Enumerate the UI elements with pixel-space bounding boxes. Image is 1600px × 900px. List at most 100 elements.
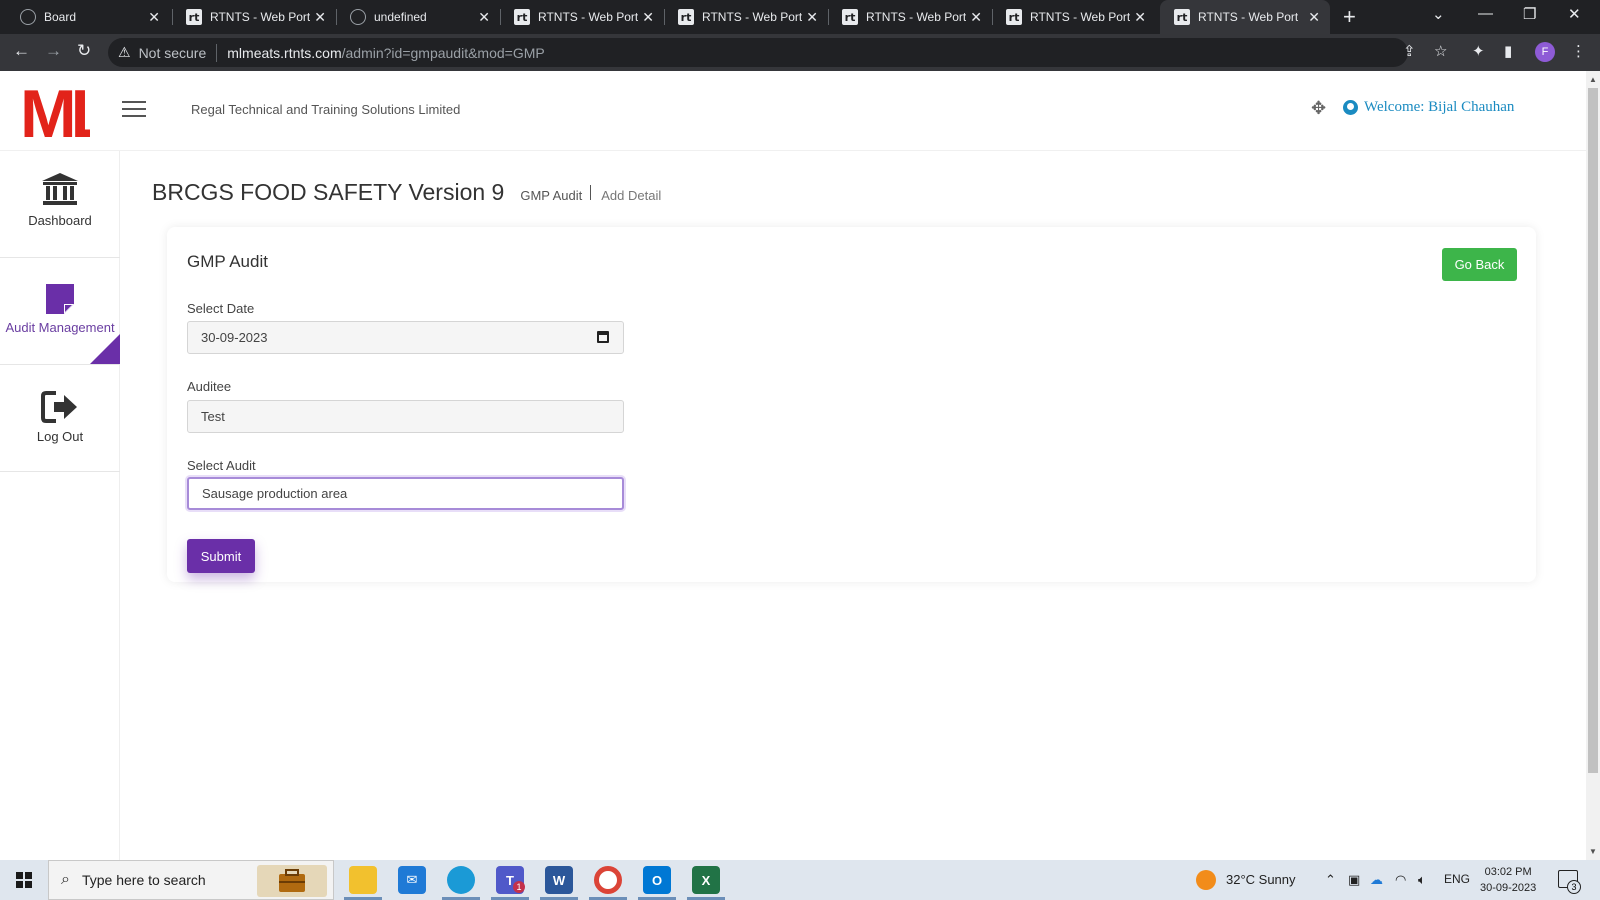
onedrive-icon[interactable]: ☁ (1370, 872, 1383, 888)
volume-icon[interactable]: 🔈︎ (1418, 872, 1426, 888)
tab-title: undefined (374, 10, 427, 24)
warning-icon[interactable]: ⚠ (118, 44, 131, 61)
close-tab-icon[interactable]: ✕ (148, 9, 160, 26)
sidebar-item-logout[interactable]: Log Out (0, 365, 120, 472)
sidebar-item-dashboard[interactable]: Dashboard (0, 151, 120, 258)
close-tab-icon[interactable]: ✕ (1308, 9, 1320, 26)
share-icon[interactable]: ⇪ (1403, 42, 1416, 60)
scroll-down-icon[interactable]: ▼ (1589, 847, 1597, 856)
globe-icon (20, 9, 36, 25)
browser-tab[interactable]: Board ✕ (6, 0, 170, 34)
move-arrows-icon[interactable]: ✥ (1311, 98, 1326, 119)
close-tab-icon[interactable]: ✕ (642, 9, 654, 26)
close-tab-icon[interactable]: ✕ (314, 9, 326, 26)
welcome-user[interactable]: Welcome: Bijal Chauhan (1343, 99, 1514, 116)
rt-favicon-icon: rt (678, 9, 694, 25)
go-back-button[interactable]: Go Back (1442, 248, 1517, 281)
close-window-icon[interactable]: ✕ (1568, 5, 1581, 23)
close-tab-icon[interactable]: ✕ (970, 9, 982, 26)
language-indicator[interactable]: ENG (1444, 872, 1470, 886)
tab-title: RTNTS - Web Port (866, 10, 966, 24)
note-icon (46, 284, 74, 314)
bookmark-star-icon[interactable]: ☆ (1434, 42, 1447, 60)
meet-icon[interactable]: ▣ (1348, 872, 1360, 888)
reload-icon[interactable]: ↻ (77, 41, 91, 61)
security-label[interactable]: Not secure (139, 45, 207, 61)
welcome-text: Welcome: Bijal Chauhan (1364, 99, 1515, 115)
submit-button[interactable]: Submit (187, 539, 255, 573)
select-audit-field[interactable]: Sausage production area (187, 477, 624, 510)
browser-tab[interactable]: rt RTNTS - Web Port ✕ (992, 0, 1156, 34)
wifi-icon[interactable]: ◠ (1395, 872, 1406, 888)
browser-tab[interactable]: rt RTNTS - Web Port ✕ (500, 0, 664, 34)
close-tab-icon[interactable]: ✕ (478, 9, 490, 26)
globe-icon (350, 9, 366, 25)
browser-tab[interactable]: rt RTNTS - Web Port ✕ (172, 0, 336, 34)
extensions-icon[interactable]: ✦ (1472, 42, 1485, 60)
windows-taskbar: ⌕ Type here to search ✉ T 1 W O X 32°C S… (0, 860, 1600, 900)
date-value: 30-09-2023 (201, 330, 268, 345)
calendar-icon[interactable] (597, 331, 609, 343)
scrollbar-thumb[interactable] (1588, 88, 1598, 773)
tray-chevron-icon[interactable]: ⌃ (1325, 872, 1336, 888)
browser-tab-active[interactable]: rt RTNTS - Web Port ✕ (1160, 0, 1330, 34)
date-label: Select Date (187, 301, 255, 316)
company-name: Regal Technical and Training Solutions L… (191, 102, 461, 117)
mail-icon[interactable]: ✉ (398, 866, 426, 894)
taskbar-search[interactable]: ⌕ Type here to search (48, 860, 334, 900)
scroll-up-icon[interactable]: ▲ (1589, 75, 1597, 84)
tab-search-icon[interactable]: ⌄ (1432, 5, 1445, 23)
bank-icon (42, 173, 78, 205)
chrome-icon[interactable] (594, 866, 622, 894)
browser-tab[interactable]: rt RTNTS - Web Port ✕ (828, 0, 992, 34)
tab-title: RTNTS - Web Port (1198, 10, 1298, 24)
excel-icon[interactable]: X (692, 866, 720, 894)
windows-start-icon[interactable] (16, 872, 32, 888)
forward-icon[interactable]: → (45, 41, 62, 61)
back-icon[interactable]: ← (13, 41, 30, 61)
tab-title: Board (44, 10, 77, 24)
minimize-icon[interactable]: — (1478, 5, 1493, 22)
card-title: GMP Audit (187, 252, 268, 271)
tab-title: RTNTS - Web Port (1030, 10, 1130, 24)
url-path[interactable]: /admin?id=gmpaudit&mod=GMP (342, 45, 545, 61)
sidebar-item-label: Dashboard (28, 213, 92, 228)
ml-logo[interactable]: ML (20, 81, 90, 141)
sidebar-item-audit-management[interactable]: Audit Management (0, 258, 120, 365)
close-tab-icon[interactable]: ✕ (806, 9, 818, 26)
restore-icon[interactable]: ❐ (1523, 5, 1536, 23)
page-title: BRCGS FOOD SAFETY Version 9 (152, 179, 505, 205)
weather-sun-icon[interactable] (1196, 870, 1216, 890)
briefcase-icon[interactable] (257, 865, 327, 897)
hamburger-menu-icon[interactable] (122, 101, 146, 119)
address-bar[interactable]: ⚠ Not secure mlmeats.rtnts.com /admin?id… (108, 38, 1408, 67)
close-tab-icon[interactable]: ✕ (1134, 9, 1146, 26)
side-panel-icon[interactable]: ▮ (1504, 42, 1512, 60)
clock-date: 30-09-2023 (1480, 882, 1537, 894)
breadcrumb-gmp-audit[interactable]: GMP Audit (520, 188, 582, 203)
sidebar: Dashboard Audit Management Log Out (0, 151, 120, 860)
url-host[interactable]: mlmeats.rtnts.com (227, 45, 341, 61)
system-clock[interactable]: 03:02 PM 30-09-2023 (1480, 864, 1536, 896)
site-header: ML Regal Technical and Training Solution… (0, 71, 1586, 151)
browser-tab[interactable]: undefined ✕ (336, 0, 500, 34)
select-audit-label: Select Audit (187, 458, 256, 473)
rt-favicon-icon: rt (514, 9, 530, 25)
browser-tab[interactable]: rt RTNTS - Web Port ✕ (664, 0, 828, 34)
sidebar-item-label: Audit Management (5, 320, 115, 335)
outlook-icon[interactable]: O (643, 866, 671, 894)
file-explorer-icon[interactable] (349, 866, 377, 894)
weather-text[interactable]: 32°C Sunny (1226, 872, 1296, 887)
tab-title: RTNTS - Web Port (702, 10, 802, 24)
date-field[interactable]: 30-09-2023 (187, 321, 624, 354)
breadcrumb-divider (590, 185, 592, 200)
profile-avatar[interactable]: F (1535, 42, 1555, 62)
menu-dots-icon[interactable]: ⋮ (1571, 42, 1586, 60)
new-tab-icon[interactable]: + (1343, 4, 1356, 30)
search-placeholder: Type here to search (81, 872, 206, 888)
auditee-field[interactable]: Test (187, 400, 624, 433)
tab-title: RTNTS - Web Port (210, 10, 310, 24)
word-icon[interactable]: W (545, 866, 573, 894)
page-scrollbar[interactable]: ▲ ▼ (1586, 71, 1600, 860)
edge-icon[interactable] (447, 866, 475, 894)
